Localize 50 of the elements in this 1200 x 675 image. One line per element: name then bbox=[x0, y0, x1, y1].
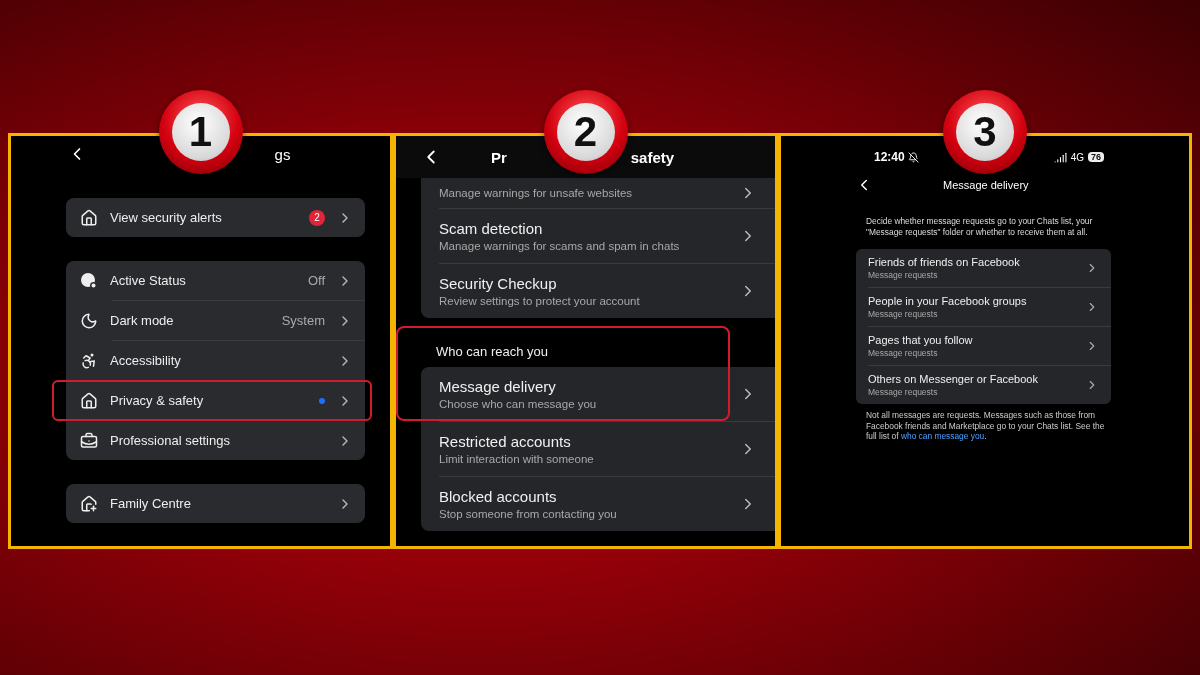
bell-off-icon bbox=[907, 151, 919, 163]
option-description: Message requests bbox=[868, 270, 939, 280]
house-plus-icon bbox=[80, 494, 98, 513]
settings-item[interactable]: Restricted accounts Limit interaction with someone bbox=[421, 422, 775, 476]
accessibility-icon bbox=[80, 351, 98, 370]
settings-item[interactable]: Active Status Off bbox=[66, 261, 365, 300]
settings-item[interactable]: Privacy & safety bbox=[52, 380, 372, 421]
settings-item[interactable]: View security alerts 2 bbox=[66, 198, 365, 237]
status-icon bbox=[80, 271, 98, 290]
option-item[interactable]: People in your Facebook groups Message requests bbox=[856, 288, 1111, 326]
settings-item[interactable]: Scam detection Manage warnings for scams and spam in chats bbox=[421, 209, 775, 263]
settings-item[interactable]: Blocked accounts Stop someone from contacting you bbox=[421, 477, 775, 531]
signal-icon bbox=[1053, 150, 1067, 164]
option-item[interactable]: Pages that you follow Message requests bbox=[856, 327, 1111, 365]
settings-item[interactable]: Professional settings bbox=[66, 421, 365, 460]
option-description: Message requests bbox=[868, 387, 939, 397]
step-badge: 3 bbox=[943, 90, 1027, 174]
screen-title: safety bbox=[630, 148, 675, 166]
settings-item[interactable]: Family Centre bbox=[66, 484, 365, 523]
item-description: Manage warnings for scams and spam in chats bbox=[439, 240, 681, 252]
footer-text: Not all messages are requests. Messages such as those from Facebook friends and Marketplace go to your Chats list. See the full list of who can message you. bbox=[866, 410, 1106, 442]
alert-count: 2 bbox=[309, 209, 325, 226]
option-item[interactable]: Others on Messenger or Facebook Message requests bbox=[856, 366, 1111, 404]
step-badge: 2 bbox=[543, 90, 628, 174]
step-badge: 1 bbox=[158, 90, 243, 174]
option-item[interactable]: Friends of friends on Facebook Message requests bbox=[856, 249, 1111, 287]
settings-item[interactable]: Message delivery Choose who can message you bbox=[421, 367, 775, 421]
settings-item[interactable]: Manage warnings for unsafe websites bbox=[421, 178, 775, 208]
clock-time: 12:40 bbox=[874, 150, 905, 164]
screen-title: Pr bbox=[490, 148, 507, 166]
item-description: Choose who can message you bbox=[439, 398, 598, 410]
section-header: Who can reach you bbox=[435, 343, 549, 361]
intro-text: Decide whether message requests go to your Chats list, your "Message requests" folder or whether to receive them at all. bbox=[866, 216, 1094, 237]
house-icon bbox=[80, 208, 98, 227]
house-icon bbox=[80, 391, 98, 410]
network-type: 4G bbox=[1070, 151, 1084, 163]
option-description: Message requests bbox=[868, 348, 939, 358]
screen-title: gs bbox=[274, 145, 291, 163]
settings-item[interactable]: Security Checkup Review settings to protect your account bbox=[421, 264, 775, 318]
settings-item[interactable]: Accessibility bbox=[66, 341, 365, 380]
briefcase-icon bbox=[80, 431, 98, 450]
settings-item[interactable]: Dark mode System bbox=[66, 301, 365, 340]
item-description: Limit interaction with someone bbox=[439, 453, 595, 465]
item-description: Manage warnings for unsafe websites bbox=[439, 187, 634, 199]
item-description: Review settings to protect your account bbox=[439, 295, 641, 307]
item-description: Stop someone from contacting you bbox=[439, 508, 618, 520]
battery-level: 76 bbox=[1088, 152, 1104, 162]
screen-title: Message delivery bbox=[943, 179, 1029, 191]
option-description: Message requests bbox=[868, 309, 939, 319]
moon-icon bbox=[80, 311, 98, 330]
